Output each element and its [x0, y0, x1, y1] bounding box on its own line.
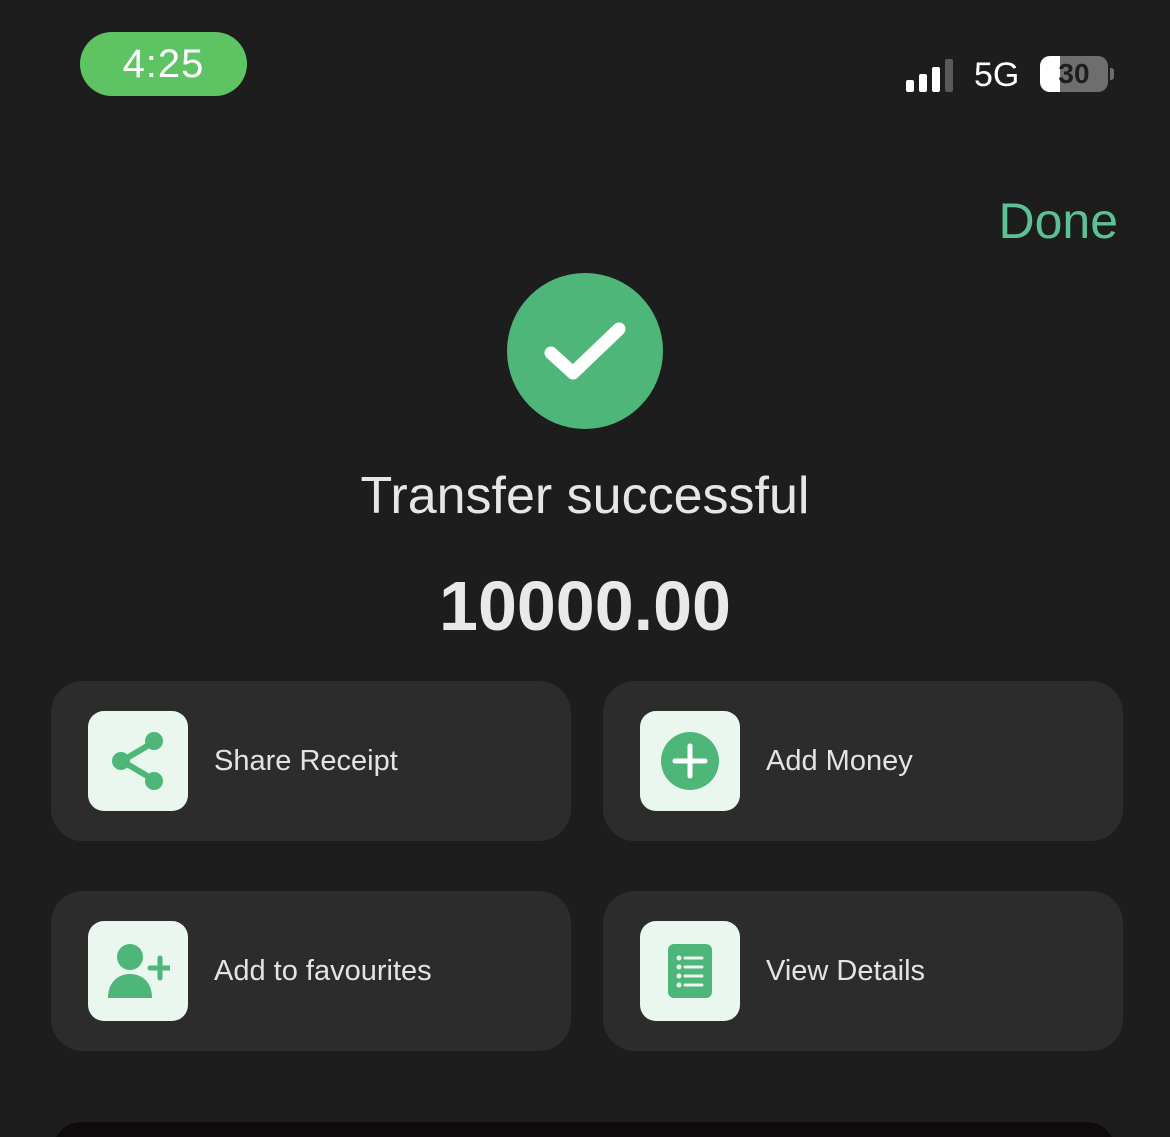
status-time-label: 4:25 — [122, 41, 205, 86]
plus-circle-icon — [640, 711, 740, 811]
checkmark-icon — [544, 322, 626, 380]
add-to-favourites-button[interactable]: Add to favourites — [51, 891, 571, 1051]
done-button[interactable]: Done — [998, 192, 1118, 250]
signal-strength-icon — [906, 58, 953, 92]
add-user-icon — [88, 921, 188, 1021]
add-money-button[interactable]: Add Money — [603, 681, 1123, 841]
bottom-panel — [52, 1122, 1116, 1137]
battery-icon: 30 — [1040, 56, 1108, 92]
view-details-label: View Details — [766, 954, 926, 987]
share-icon — [88, 711, 188, 811]
network-type: 5G — [974, 56, 1020, 94]
add-money-label: Add Money — [766, 744, 913, 777]
status-time: 4:25 — [80, 32, 247, 96]
transfer-status-title: Transfer successful — [360, 467, 810, 525]
add-to-favourites-label: Add to favourites — [214, 954, 432, 987]
transfer-amount: 10000.00 — [439, 567, 731, 645]
battery-cap — [1110, 68, 1114, 80]
view-details-button[interactable]: View Details — [603, 891, 1123, 1051]
battery-level: 30 — [1058, 58, 1090, 89]
share-receipt-button[interactable]: Share Receipt — [51, 681, 571, 841]
success-check-icon — [507, 273, 663, 429]
share-receipt-label: Share Receipt — [214, 744, 398, 777]
list-document-icon — [640, 921, 740, 1021]
transfer-success-screen: 4:25 5G 30 Done Transfer successful 1000… — [0, 0, 1170, 1137]
